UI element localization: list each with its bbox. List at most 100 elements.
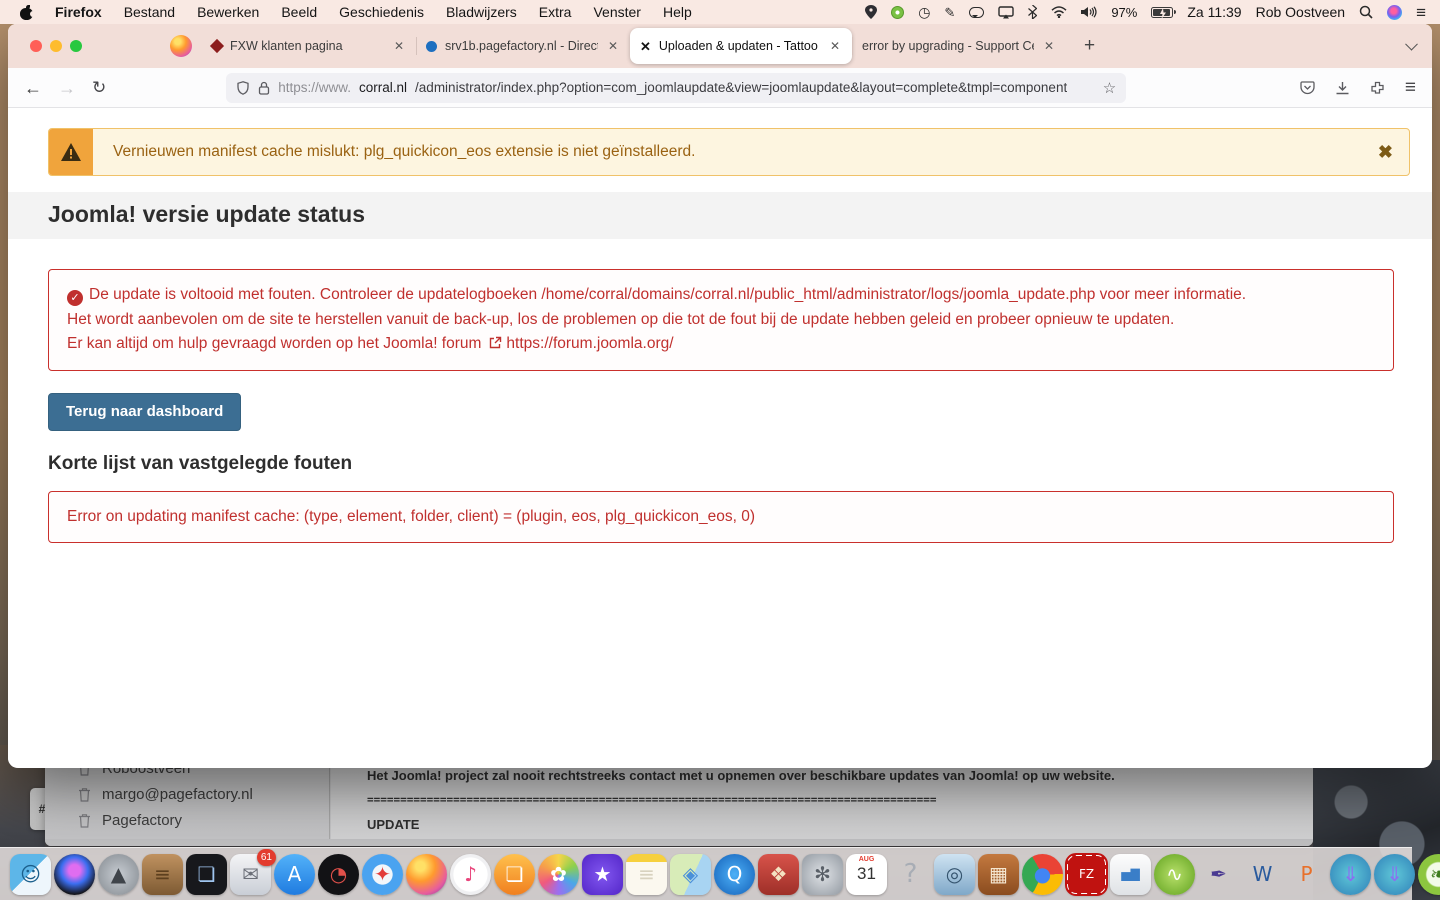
menu-extra[interactable]: Extra — [539, 4, 572, 20]
dock-filezilla-icon[interactable]: FZ — [1065, 852, 1108, 896]
dock-word-icon[interactable]: W — [1242, 854, 1283, 895]
dock-remote-sync-2-icon[interactable]: ⇓ — [1374, 853, 1415, 895]
dock-preview-icon[interactable]: ◎ — [934, 853, 975, 895]
dock-notes-icon[interactable]: ≡ — [626, 853, 667, 895]
siri-icon[interactable] — [1387, 4, 1403, 20]
menu-beeld[interactable]: Beeld — [281, 4, 317, 20]
app-menu-icon[interactable]: ≡ — [1405, 78, 1416, 97]
menu-user-name[interactable]: Rob Oostveen — [1256, 4, 1346, 20]
bluetooth-icon[interactable] — [1028, 5, 1038, 19]
close-window-button[interactable] — [30, 40, 42, 52]
update-error-box: ✓ De update is voltooid met fouten. Contr… — [48, 269, 1394, 371]
dock-calendar-icon[interactable]: AUG 31 — [846, 853, 887, 895]
toolbar-right-icons: ≡ — [1300, 78, 1416, 97]
bookmark-star-icon[interactable]: ☆ — [1103, 79, 1116, 97]
tab-close-icon[interactable]: ✕ — [392, 39, 406, 53]
tab-support-centre[interactable]: error by upgrading - Support Centra ✕ — [852, 29, 1066, 63]
dock-imovie-icon[interactable]: ★ — [582, 853, 623, 895]
zoom-window-button[interactable] — [70, 40, 82, 52]
lock-icon[interactable] — [258, 81, 270, 95]
warning-icon-block — [49, 129, 93, 175]
url-path: /administrator/index.php?option=com_joom… — [415, 80, 1068, 95]
back-to-dashboard-button[interactable]: Terug naar dashboard — [48, 392, 242, 431]
spotlight-search-icon[interactable] — [1359, 5, 1373, 19]
apple-menu-icon[interactable] — [20, 4, 36, 20]
dock-app-store-icon[interactable]: A — [274, 853, 315, 895]
green-app-status-icon[interactable] — [891, 5, 905, 19]
tab-close-icon[interactable]: ✕ — [1042, 39, 1056, 53]
mail-body-divider: ========================================… — [367, 793, 937, 806]
speech-bubble-icon[interactable] — [969, 6, 985, 18]
dock-safari-icon[interactable]: ✦ — [362, 853, 403, 895]
wifi-icon[interactable] — [1051, 6, 1067, 18]
minimize-window-button[interactable] — [50, 40, 62, 52]
mail-list-item[interactable]: Pagefactory — [45, 807, 329, 833]
dock-mission-control-icon[interactable]: ❏ — [186, 853, 227, 895]
time-machine-icon[interactable]: ◷ — [918, 5, 930, 19]
menu-clock[interactable]: Za 11:39 — [1187, 4, 1241, 20]
pin-shield-icon[interactable] — [865, 5, 878, 19]
menu-help[interactable]: Help — [663, 4, 692, 20]
dock-itunes-icon[interactable]: ♪ — [450, 853, 491, 895]
dock-unknown-app-icon[interactable]: ? — [890, 854, 931, 895]
tab-fxw-klanten[interactable]: FXW klanten pagina ✕ — [202, 29, 416, 63]
pocket-icon[interactable] — [1300, 80, 1315, 95]
dock-dashboard-icon[interactable]: ◔ — [318, 853, 359, 895]
dock-firefox-icon[interactable] — [406, 853, 447, 895]
menu-bestand[interactable]: Bestand — [124, 4, 175, 20]
notification-center-icon[interactable]: ≡ — [1416, 4, 1426, 21]
url-bar[interactable]: https://www. corral.nl/administrator/inde… — [226, 72, 1127, 103]
trash-icon — [79, 813, 90, 828]
warning-message: Vernieuwen manifest cache mislukt: plg_q… — [113, 143, 696, 160]
dock-ink-quill-app-icon[interactable]: ✒ — [1198, 854, 1239, 895]
dock-chrome-icon[interactable]: ● — [1022, 853, 1063, 895]
error-list-box: Error on updating manifest cache: (type,… — [48, 490, 1394, 543]
dock-photos-icon[interactable]: ✿ — [538, 853, 579, 895]
dock-green-swoosh-app-icon[interactable]: ∿ — [1154, 853, 1195, 895]
dock-charts-app-icon[interactable]: ▅▇ — [1110, 853, 1151, 895]
error-line-1: ✓ De update is voltooid met fouten. Contr… — [67, 283, 1375, 308]
dock-contacts-icon[interactable]: ≡ — [142, 853, 183, 895]
dock-system-preferences-icon[interactable]: ✻ — [802, 853, 843, 895]
pencil-icon[interactable]: ✎ — [944, 6, 955, 19]
list-all-tabs-chevron-icon[interactable] — [1405, 37, 1418, 51]
dock-mail-icon[interactable]: ✉ 61 — [230, 848, 276, 895]
warning-close-button[interactable]: ✖ — [1378, 143, 1393, 161]
menu-geschiedenis[interactable]: Geschiedenis — [339, 4, 424, 20]
url-scheme: https://www. — [278, 80, 352, 95]
dock-powerpoint-icon[interactable]: P — [1286, 854, 1327, 895]
volume-icon[interactable] — [1081, 6, 1097, 18]
menu-app-name[interactable]: Firefox — [55, 4, 102, 20]
dock-siri-icon[interactable] — [54, 853, 95, 895]
mail-list-item[interactable]: margo@pagefactory.nl — [45, 781, 329, 807]
menu-bewerken[interactable]: Bewerken — [197, 4, 259, 20]
battery-percentage: 97% — [1111, 4, 1138, 20]
dock-launchpad-icon[interactable]: ▲ — [98, 853, 139, 895]
download-icon[interactable] — [1335, 81, 1350, 95]
airplay-display-icon[interactable] — [998, 5, 1015, 19]
new-tab-button[interactable]: + — [1080, 35, 1099, 57]
back-button[interactable]: ← — [24, 79, 42, 97]
menu-bladwijzers[interactable]: Bladwijzers — [446, 4, 517, 20]
tracking-protection-icon[interactable] — [236, 80, 250, 95]
forward-button[interactable]: → — [58, 79, 76, 97]
tab-close-icon[interactable]: ✕ — [828, 39, 842, 53]
joomla-forum-link[interactable]: https://forum.joomla.org/ — [506, 335, 673, 352]
tab-joomla-update-active[interactable]: ✕ Uploaden & updaten - Tattoo & ✕ — [630, 28, 852, 64]
tabs: FXW klanten pagina ✕ srv1b.pagefactory.n… — [202, 24, 1066, 68]
extensions-puzzle-icon[interactable] — [1370, 81, 1385, 95]
dock-quicktime-icon[interactable]: Q — [714, 853, 755, 895]
tab-close-icon[interactable]: ✕ — [606, 39, 620, 53]
menu-bar-status: ◷ ✎ 97% Za 11:39 Rob Oostveen ≡ — [865, 4, 1426, 21]
dock-remote-sync-1-icon[interactable]: ⇓ — [1330, 853, 1371, 895]
tab-directadmin[interactable]: srv1b.pagefactory.nl - DirectAd ✕ — [416, 29, 630, 63]
menu-venster[interactable]: Venster — [593, 4, 640, 20]
joomla-update-page: Vernieuwen manifest cache mislukt: plg_q… — [8, 108, 1432, 767]
dock-ibooks-icon[interactable]: ❏ — [494, 853, 535, 895]
reload-button[interactable]: ↻ — [92, 79, 106, 96]
dock-photo-booth-icon[interactable]: ❖ — [758, 853, 799, 895]
dock-maps-icon[interactable]: ◈ — [670, 853, 711, 895]
dock-keynote-icon[interactable]: ▦ — [978, 853, 1019, 895]
dock-finder-icon[interactable]: ☺ — [10, 853, 51, 895]
firefox-window: FXW klanten pagina ✕ srv1b.pagefactory.n… — [8, 24, 1432, 768]
